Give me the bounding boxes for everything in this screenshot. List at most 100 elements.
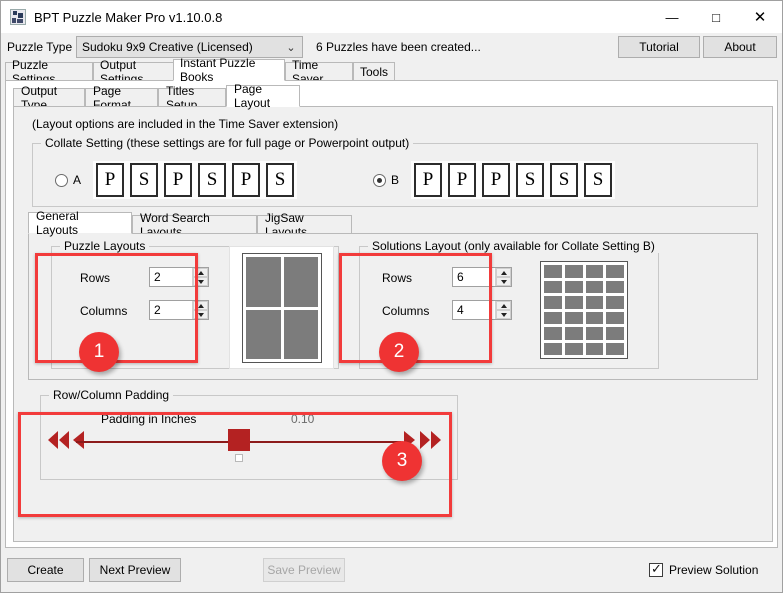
tab-general-layouts[interactable]: General Layouts [28,212,132,234]
preview-cell [565,327,583,340]
card: S [130,163,158,197]
next-preview-button[interactable]: Next Preview [89,558,181,582]
puzzle-type-dropdown[interactable]: Sudoku 9x9 Creative (Licensed) ⌄ [76,36,303,58]
main-tab-strip: Puzzle Settings Output Settings Instant … [5,62,778,81]
layout-tab-strip: General Layouts Word Search Layouts JigS… [28,215,758,234]
preview-solution-label: Preview Solution [669,563,758,577]
preview-cell [284,257,319,307]
preview-cell [284,310,319,360]
preview-solution-checkbox-row[interactable]: Preview Solution [649,563,758,577]
minimize-button[interactable]: — [650,1,694,33]
preview-cell [586,312,604,325]
row-column-padding-legend: Row/Column Padding [49,388,173,402]
tab-word-search-layouts[interactable]: Word Search Layouts [132,215,257,234]
tab-output-type[interactable]: Output Type [13,88,85,107]
preview-solution-checkbox[interactable] [649,563,663,577]
tab-output-settings[interactable]: Output Settings [93,62,183,81]
preview-cell [606,327,624,340]
preview-cell [565,296,583,309]
card: P [164,163,192,197]
tab-page-layout[interactable]: Page Layout [226,85,300,107]
puzzle-layout-preview [242,253,322,363]
solutions-layout-legend: Solutions Layout (only available for Col… [368,239,659,253]
puzzle-layouts-legend: Puzzle Layouts [60,239,149,253]
annotation-badge-2: 2 [379,332,419,372]
status-message: 6 Puzzles have been created... [316,40,481,54]
card: P [232,163,260,197]
spin-down-icon[interactable] [496,310,511,319]
close-button[interactable]: ✕ [738,1,782,33]
window-title: BPT Puzzle Maker Pro v1.10.0.8 [34,10,222,25]
puzzle-preview-frame [229,246,334,369]
preview-cell [246,257,281,307]
collate-option-b[interactable]: B P P P S S S [373,161,615,199]
preview-cell [606,312,624,325]
tab-page-format[interactable]: Page Format [85,88,158,107]
preview-cell [544,312,562,325]
preview-cell [586,281,604,294]
preview-cell [565,265,583,278]
preview-cell [565,343,583,356]
about-button[interactable]: About [703,36,777,58]
annotation-badge-1: 1 [79,332,119,372]
tab-time-saver[interactable]: Time Saver [285,62,353,81]
card: P [96,163,124,197]
preview-cell [544,343,562,356]
card: S [266,163,294,197]
create-button[interactable]: Create [7,558,84,582]
collate-setting-group: Collate Setting (these settings are for … [32,143,758,207]
preview-cell [544,296,562,309]
preview-cell [586,296,604,309]
annotation-badge-3: 3 [382,441,422,481]
tutorial-button[interactable]: Tutorial [618,36,700,58]
tab-tools[interactable]: Tools [353,62,395,81]
radio-a-icon[interactable] [55,174,68,187]
puzzle-type-label: Puzzle Type [7,40,72,54]
card: S [550,163,578,197]
title-bar: BPT Puzzle Maker Pro v1.10.0.8 — □ ✕ [1,1,782,33]
preview-cell [586,265,604,278]
collate-setting-legend: Collate Setting (these settings are for … [41,136,413,150]
card: P [482,163,510,197]
preview-cell [246,310,281,360]
layout-hint-text: (Layout options are included in the Time… [32,117,338,131]
application-window: BPT Puzzle Maker Pro v1.10.0.8 — □ ✕ Puz… [0,0,783,593]
window-controls: — □ ✕ [650,1,782,33]
chevron-down-icon: ⌄ [280,41,302,54]
tab-jigsaw-layouts[interactable]: JigSaw Layouts [257,215,352,234]
collate-option-b-label: B [391,173,399,187]
card: S [516,163,544,197]
preview-cell [586,343,604,356]
tab-puzzle-settings[interactable]: Puzzle Settings [5,62,93,81]
spin-down-icon[interactable] [496,277,511,286]
card: S [198,163,226,197]
solutions-columns-spin-buttons[interactable] [495,301,511,319]
card: P [448,163,476,197]
preview-cell [606,265,624,278]
spin-up-icon[interactable] [496,301,511,310]
preview-cell [586,327,604,340]
maximize-button[interactable]: □ [694,1,738,33]
preview-cell [565,281,583,294]
app-icon [10,9,26,25]
collate-option-a[interactable]: A P S P S P S [55,161,297,199]
collate-b-cards: P P P S S S [411,161,615,199]
puzzle-type-value: Sudoku 9x9 Creative (Licensed) [77,40,280,54]
tab-instant-puzzle-books[interactable]: Instant Puzzle Books [173,59,285,81]
preview-cell [544,265,562,278]
solutions-layout-preview [540,261,628,359]
card: S [584,163,612,197]
radio-b-icon[interactable] [373,174,386,187]
save-preview-button: Save Preview [263,558,345,582]
preview-cell [606,296,624,309]
preview-cell [606,281,624,294]
preview-cell [565,312,583,325]
preview-cell [544,281,562,294]
sub-tab-strip: Output Type Page Format Titles Setup Pag… [13,88,773,107]
spin-up-icon[interactable] [496,268,511,277]
bottom-bar: Create Next Preview Save Preview Preview… [1,549,782,592]
solutions-rows-spin-buttons[interactable] [495,268,511,286]
tab-titles-setup[interactable]: Titles Setup [158,88,226,107]
collate-a-cards: P S P S P S [93,161,297,199]
preview-cell [544,327,562,340]
